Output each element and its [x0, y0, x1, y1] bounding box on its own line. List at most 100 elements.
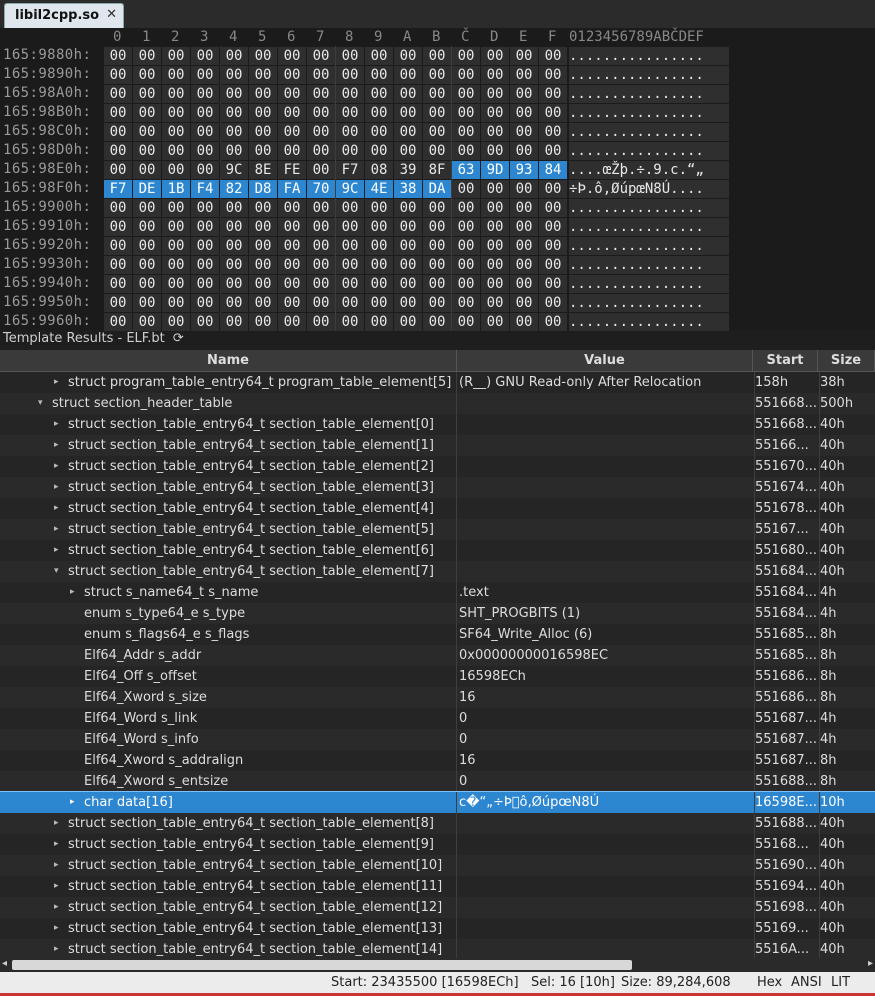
hex-byte[interactable]: 00 — [539, 294, 567, 312]
table-row[interactable]: Elf64_Xword s_entsize 0 551688... 8h — [0, 771, 875, 792]
hex-byte[interactable]: 00 — [481, 294, 509, 312]
table-row[interactable]: Elf64_Xword s_size 16 551686... 8h — [0, 687, 875, 708]
hex-byte[interactable]: 9C — [336, 180, 364, 198]
hex-byte[interactable]: 00 — [278, 275, 306, 293]
hex-byte[interactable]: 00 — [510, 142, 538, 160]
hex-byte[interactable]: 00 — [452, 218, 480, 236]
hex-byte[interactable]: 00 — [539, 104, 567, 122]
hex-byte[interactable]: 00 — [539, 123, 567, 141]
hex-byte[interactable]: 00 — [133, 85, 161, 103]
hex-byte[interactable]: 00 — [510, 294, 538, 312]
hex-byte[interactable]: 4E — [365, 180, 393, 198]
hex-byte[interactable]: 00 — [133, 256, 161, 274]
hex-byte[interactable]: 00 — [539, 180, 567, 198]
chevron-right-icon[interactable]: ▸ — [54, 435, 59, 456]
hex-byte[interactable]: 00 — [423, 275, 451, 293]
hex-byte[interactable]: 00 — [307, 218, 335, 236]
hex-byte[interactable]: 00 — [423, 256, 451, 274]
hex-row-ascii[interactable]: ................ — [569, 313, 729, 331]
hex-byte[interactable]: 00 — [481, 313, 509, 331]
hex-byte[interactable]: 00 — [162, 85, 190, 103]
hex-byte[interactable]: 00 — [191, 161, 219, 179]
hex-byte[interactable]: FA — [278, 180, 306, 198]
hex-byte[interactable]: 00 — [191, 199, 219, 217]
hex-byte[interactable]: 00 — [162, 123, 190, 141]
hex-byte[interactable]: 00 — [220, 294, 248, 312]
hex-byte[interactable]: 00 — [539, 47, 567, 65]
hex-byte[interactable]: 00 — [394, 66, 422, 84]
hex-byte[interactable]: 00 — [278, 294, 306, 312]
hex-byte[interactable]: 00 — [220, 142, 248, 160]
table-row[interactable]: Elf64_Off s_offset 16598ECh 551686... 8h — [0, 666, 875, 687]
table-row[interactable]: Elf64_Word s_info 0 551687... 4h — [0, 729, 875, 750]
hex-byte[interactable]: 00 — [162, 237, 190, 255]
hex-byte[interactable]: 00 — [191, 123, 219, 141]
hex-byte[interactable]: 00 — [162, 47, 190, 65]
chevron-right-icon[interactable]: ▸ — [54, 939, 59, 960]
hex-byte[interactable]: 00 — [133, 123, 161, 141]
scroll-right-icon[interactable]: ▸ — [868, 958, 873, 969]
hex-byte[interactable]: 00 — [162, 256, 190, 274]
hex-byte[interactable]: 00 — [510, 275, 538, 293]
chevron-down-icon[interactable]: ▾ — [38, 393, 43, 414]
table-row[interactable]: ▾ struct section_header_table 551668... 500… — [0, 393, 875, 414]
chevron-right-icon[interactable]: ▸ — [54, 876, 59, 897]
hex-byte[interactable]: 00 — [162, 294, 190, 312]
hex-row-ascii[interactable]: ................ — [569, 104, 729, 122]
chevron-right-icon[interactable]: ▸ — [54, 477, 59, 498]
hex-byte[interactable]: 00 — [162, 104, 190, 122]
hex-byte[interactable]: 00 — [365, 199, 393, 217]
hex-byte[interactable]: 00 — [191, 294, 219, 312]
hex-byte[interactable]: 00 — [220, 256, 248, 274]
hex-byte[interactable]: 00 — [539, 313, 567, 331]
hex-byte[interactable]: 00 — [336, 218, 364, 236]
hex-byte[interactable]: 00 — [539, 142, 567, 160]
hex-byte[interactable]: 8F — [423, 161, 451, 179]
hex-byte[interactable]: 00 — [307, 66, 335, 84]
hex-byte[interactable]: 00 — [510, 237, 538, 255]
hex-byte[interactable]: 00 — [336, 237, 364, 255]
table-row[interactable]: ▸ struct section_table_entry64_t section_… — [0, 897, 875, 918]
hex-byte[interactable]: 00 — [394, 294, 422, 312]
hex-byte[interactable]: 00 — [104, 123, 132, 141]
hex-byte[interactable]: 00 — [481, 275, 509, 293]
hex-byte[interactable]: 00 — [278, 66, 306, 84]
hex-byte[interactable]: 00 — [104, 142, 132, 160]
hex-byte[interactable]: 00 — [278, 85, 306, 103]
hex-byte[interactable]: 00 — [162, 142, 190, 160]
table-row[interactable]: ▸ struct section_table_entry64_t section_… — [0, 876, 875, 897]
hex-byte[interactable]: 00 — [191, 275, 219, 293]
chevron-right-icon[interactable]: ▸ — [70, 792, 75, 813]
hex-row-ascii[interactable]: ....œŽþ.÷.9.c.“„ — [569, 161, 729, 179]
hex-byte[interactable]: 00 — [220, 218, 248, 236]
hex-byte[interactable]: 00 — [336, 199, 364, 217]
hex-byte[interactable]: 00 — [307, 294, 335, 312]
hex-byte[interactable]: 00 — [191, 85, 219, 103]
hex-byte[interactable]: 00 — [336, 104, 364, 122]
hex-byte[interactable]: 00 — [481, 142, 509, 160]
hex-byte[interactable]: 8E — [249, 161, 277, 179]
hex-byte[interactable]: 00 — [191, 313, 219, 331]
hex-byte[interactable]: 00 — [423, 104, 451, 122]
hex-byte[interactable]: 00 — [481, 256, 509, 274]
hex-byte[interactable]: 00 — [452, 294, 480, 312]
hex-byte[interactable]: 00 — [220, 123, 248, 141]
chevron-right-icon[interactable]: ▸ — [54, 519, 59, 540]
hex-byte[interactable]: 00 — [191, 237, 219, 255]
hex-byte[interactable]: 00 — [452, 47, 480, 65]
table-row[interactable]: ▸ struct section_table_entry64_t section_… — [0, 477, 875, 498]
hex-byte[interactable]: F7 — [336, 161, 364, 179]
hex-byte[interactable]: 00 — [104, 47, 132, 65]
table-row[interactable]: ▸ struct program_table_entry64_t program_… — [0, 372, 875, 393]
hex-byte[interactable]: 00 — [104, 85, 132, 103]
hex-byte[interactable]: F4 — [191, 180, 219, 198]
refresh-icon[interactable]: ⟳ — [173, 331, 184, 346]
hex-byte[interactable]: 00 — [191, 104, 219, 122]
hex-byte[interactable]: 00 — [365, 275, 393, 293]
hex-byte[interactable]: 00 — [452, 85, 480, 103]
hex-byte[interactable]: 00 — [394, 85, 422, 103]
hex-editor[interactable]: 0 1 2 3 4 5 6 7 8 9 A B Č D E F 0123456789ABČDEF 165:988… — [0, 28, 875, 331]
hex-byte[interactable]: 00 — [162, 161, 190, 179]
hex-row-ascii[interactable]: ................ — [569, 294, 729, 312]
hex-byte[interactable]: 00 — [220, 237, 248, 255]
